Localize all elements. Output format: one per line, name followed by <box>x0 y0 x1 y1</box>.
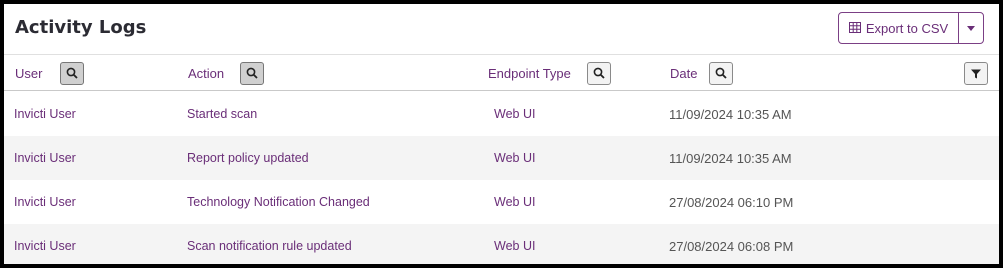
filter-button[interactable] <box>964 62 988 85</box>
user-search-button[interactable] <box>60 61 85 85</box>
date-search-button[interactable] <box>709 61 734 85</box>
row-user[interactable]: Invicti User <box>14 92 76 136</box>
search-icon <box>67 67 79 79</box>
search-icon <box>593 67 605 79</box>
row-action[interactable]: Scan notification rule updated <box>187 224 352 264</box>
search-icon <box>246 67 258 79</box>
table-row: Invicti User Started scan Web UI 11/09/2… <box>4 92 999 136</box>
row-user[interactable]: Invicti User <box>14 136 76 180</box>
export-dropdown-toggle[interactable] <box>959 13 983 43</box>
column-label-date: Date <box>670 65 698 81</box>
row-user[interactable]: Invicti User <box>14 180 76 224</box>
panel-header: Activity Logs Export to CSV <box>4 4 999 54</box>
column-header-date: Date <box>670 55 734 91</box>
row-date: 27/08/2024 06:10 PM <box>669 194 794 210</box>
column-label-endpoint-type: Endpoint Type <box>488 65 571 81</box>
column-label-action: Action <box>188 65 225 81</box>
action-search-button[interactable] <box>240 61 265 85</box>
row-date: 11/09/2024 10:35 AM <box>669 106 792 122</box>
row-endpoint-type: Web UI <box>494 107 536 121</box>
activity-logs-panel: Activity Logs Export to CSV User Action … <box>4 4 999 264</box>
export-label: Export to CSV <box>865 20 949 36</box>
row-user[interactable]: Invicti User <box>14 224 76 264</box>
table-icon <box>848 21 861 36</box>
row-date: 11/09/2024 10:35 AM <box>669 150 792 166</box>
table-row: Invicti User Technology Notification Cha… <box>4 180 999 224</box>
search-icon <box>716 67 728 79</box>
row-action[interactable]: Started scan <box>187 92 257 136</box>
export-to-csv-button[interactable]: Export to CSV <box>839 13 959 43</box>
endpoint-type-search-button[interactable] <box>586 61 611 85</box>
export-button-group: Export to CSV <box>838 12 984 44</box>
column-header-action: Action <box>188 55 265 91</box>
table-row: Invicti User Report policy updated Web U… <box>4 136 999 180</box>
row-action[interactable]: Technology Notification Changed <box>187 180 370 224</box>
table-header: User Action Endpoint Type Date <box>4 54 999 91</box>
row-endpoint-type: Web UI <box>494 239 536 253</box>
column-label-user: User <box>15 65 43 81</box>
row-date: 27/08/2024 06:08 PM <box>669 238 794 254</box>
row-endpoint-type: Web UI <box>494 195 536 209</box>
row-endpoint-type: Web UI <box>494 151 536 165</box>
chevron-down-icon <box>967 25 975 31</box>
page-title: Activity Logs <box>15 17 147 38</box>
row-action[interactable]: Report policy updated <box>187 136 309 180</box>
filter-icon <box>971 69 981 78</box>
column-header-user: User <box>15 55 85 91</box>
column-header-endpoint-type: Endpoint Type <box>488 55 611 91</box>
table-row: Invicti User Scan notification rule upda… <box>4 224 999 264</box>
